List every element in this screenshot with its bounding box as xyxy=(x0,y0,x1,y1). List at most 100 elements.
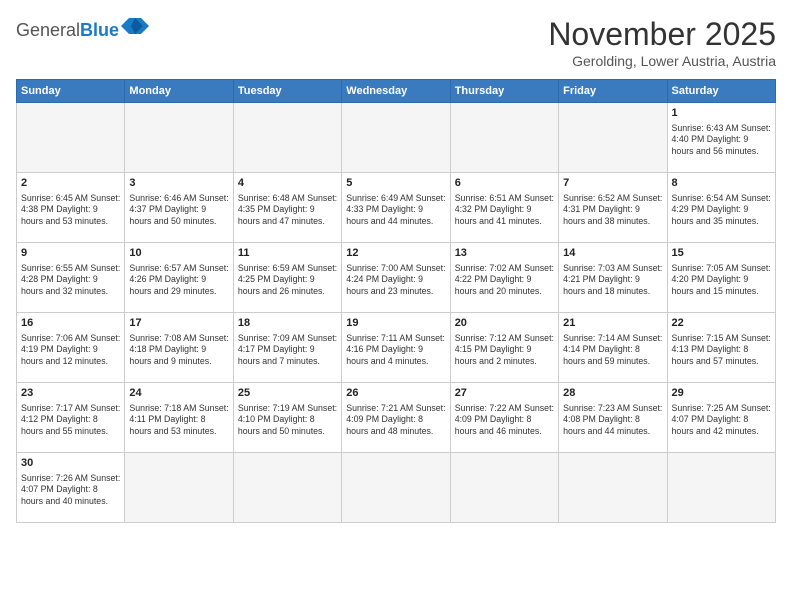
day-info: Sunrise: 7:22 AM Sunset: 4:09 PM Dayligh… xyxy=(455,403,554,437)
calendar-week-row: 16Sunrise: 7:06 AM Sunset: 4:19 PM Dayli… xyxy=(17,313,776,383)
day-info: Sunrise: 7:25 AM Sunset: 4:07 PM Dayligh… xyxy=(672,403,771,437)
calendar-cell: 13Sunrise: 7:02 AM Sunset: 4:22 PM Dayli… xyxy=(450,243,558,313)
calendar-cell: 20 Sunrise: 7:12 AM Sunset: 4:15 PM Dayli… xyxy=(450,313,558,383)
calendar-cell: 28 Sunrise: 7:23 AM Sunset: 4:08 PM Dayli… xyxy=(559,383,667,453)
calendar-cell xyxy=(17,103,125,173)
calendar-cell: 26Sunrise: 7:21 AM Sunset: 4:09 PM Dayli… xyxy=(342,383,450,453)
calendar-cell: 6 Sunrise: 6:51 AM Sunset: 4:32 PM Daylig… xyxy=(450,173,558,243)
day-number: 4 xyxy=(238,176,337,191)
day-number: 1 xyxy=(672,106,771,121)
calendar-cell: 3 Sunrise: 6:46 AM Sunset: 4:37 PM Daylig… xyxy=(125,173,233,243)
calendar-cell xyxy=(342,103,450,173)
day-info: Sunrise: 7:23 AM Sunset: 4:08 PM Dayligh… xyxy=(563,403,662,437)
calendar-cell: 24 Sunrise: 7:18 AM Sunset: 4:11 PM Dayli… xyxy=(125,383,233,453)
weekday-header-saturday: Saturday xyxy=(667,80,775,103)
day-info: Sunrise: 6:45 AM Sunset: 4:38 PM Dayligh… xyxy=(21,193,120,227)
calendar-cell: 29 Sunrise: 7:25 AM Sunset: 4:07 PM Dayli… xyxy=(667,383,775,453)
calendar-header: SundayMondayTuesdayWednesdayThursdayFrid… xyxy=(17,80,776,103)
day-number: 23 xyxy=(21,386,120,401)
calendar-cell xyxy=(233,453,341,523)
calendar-body: 1 Sunrise: 6:43 AM Sunset: 4:40 PM Daylig… xyxy=(17,103,776,523)
day-number: 11 xyxy=(238,246,337,261)
day-info: Sunrise: 6:59 AM Sunset: 4:25 PM Dayligh… xyxy=(238,263,337,297)
calendar-cell: 7 Sunrise: 6:52 AM Sunset: 4:31 PM Daylig… xyxy=(559,173,667,243)
day-info: Sunrise: 7:00 AM Sunset: 4:24 PM Dayligh… xyxy=(346,263,445,297)
day-number: 6 xyxy=(455,176,554,191)
day-info: Sunrise: 7:09 AM Sunset: 4:17 PM Dayligh… xyxy=(238,333,337,367)
logo-general-text: General xyxy=(16,20,80,41)
weekday-header-monday: Monday xyxy=(125,80,233,103)
day-info: Sunrise: 7:12 AM Sunset: 4:15 PM Dayligh… xyxy=(455,333,554,367)
day-number: 24 xyxy=(129,386,228,401)
day-info: Sunrise: 7:18 AM Sunset: 4:11 PM Dayligh… xyxy=(129,403,228,437)
calendar-cell xyxy=(233,103,341,173)
calendar-cell: 2Sunrise: 6:45 AM Sunset: 4:38 PM Daylig… xyxy=(17,173,125,243)
weekday-header-sunday: Sunday xyxy=(17,80,125,103)
title-area: November 2025 Gerolding, Lower Austria, … xyxy=(548,16,776,69)
day-number: 8 xyxy=(672,176,771,191)
calendar-cell: 30Sunrise: 7:26 AM Sunset: 4:07 PM Dayli… xyxy=(17,453,125,523)
calendar-week-row: 9Sunrise: 6:55 AM Sunset: 4:28 PM Daylig… xyxy=(17,243,776,313)
day-info: Sunrise: 6:52 AM Sunset: 4:31 PM Dayligh… xyxy=(563,193,662,227)
calendar-cell xyxy=(450,453,558,523)
calendar-cell: 18Sunrise: 7:09 AM Sunset: 4:17 PM Dayli… xyxy=(233,313,341,383)
calendar-cell: 17 Sunrise: 7:08 AM Sunset: 4:18 PM Dayli… xyxy=(125,313,233,383)
day-info: Sunrise: 6:49 AM Sunset: 4:33 PM Dayligh… xyxy=(346,193,445,227)
day-number: 15 xyxy=(672,246,771,261)
calendar-cell: 21Sunrise: 7:14 AM Sunset: 4:14 PM Dayli… xyxy=(559,313,667,383)
subtitle: Gerolding, Lower Austria, Austria xyxy=(548,53,776,69)
calendar-week-row: 1 Sunrise: 6:43 AM Sunset: 4:40 PM Daylig… xyxy=(17,103,776,173)
calendar-cell: 11 Sunrise: 6:59 AM Sunset: 4:25 PM Dayli… xyxy=(233,243,341,313)
day-number: 21 xyxy=(563,316,662,331)
day-number: 17 xyxy=(129,316,228,331)
calendar-cell: 4 Sunrise: 6:48 AM Sunset: 4:35 PM Daylig… xyxy=(233,173,341,243)
day-number: 28 xyxy=(563,386,662,401)
calendar-week-row: 30Sunrise: 7:26 AM Sunset: 4:07 PM Dayli… xyxy=(17,453,776,523)
day-number: 3 xyxy=(129,176,228,191)
day-number: 7 xyxy=(563,176,662,191)
calendar-cell xyxy=(342,453,450,523)
day-number: 16 xyxy=(21,316,120,331)
calendar-cell: 1 Sunrise: 6:43 AM Sunset: 4:40 PM Daylig… xyxy=(667,103,775,173)
calendar-cell xyxy=(125,453,233,523)
calendar-cell xyxy=(125,103,233,173)
weekday-header-wednesday: Wednesday xyxy=(342,80,450,103)
day-info: Sunrise: 7:15 AM Sunset: 4:13 PM Dayligh… xyxy=(672,333,771,367)
day-info: Sunrise: 7:17 AM Sunset: 4:12 PM Dayligh… xyxy=(21,403,120,437)
header: General Blue November 2025 Gerolding, Lo… xyxy=(16,16,776,69)
calendar-cell: 10 Sunrise: 6:57 AM Sunset: 4:26 PM Dayli… xyxy=(125,243,233,313)
day-number: 13 xyxy=(455,246,554,261)
calendar-cell xyxy=(559,453,667,523)
day-number: 30 xyxy=(21,456,120,471)
calendar-cell xyxy=(559,103,667,173)
day-info: Sunrise: 7:03 AM Sunset: 4:21 PM Dayligh… xyxy=(563,263,662,297)
day-info: Sunrise: 6:46 AM Sunset: 4:37 PM Dayligh… xyxy=(129,193,228,227)
day-number: 5 xyxy=(346,176,445,191)
calendar-cell: 12 Sunrise: 7:00 AM Sunset: 4:24 PM Dayli… xyxy=(342,243,450,313)
day-info: Sunrise: 7:08 AM Sunset: 4:18 PM Dayligh… xyxy=(129,333,228,367)
logo-blue-text: Blue xyxy=(80,20,119,41)
calendar-cell xyxy=(667,453,775,523)
weekday-header-friday: Friday xyxy=(559,80,667,103)
day-info: Sunrise: 7:19 AM Sunset: 4:10 PM Dayligh… xyxy=(238,403,337,437)
day-number: 20 xyxy=(455,316,554,331)
calendar-cell: 27Sunrise: 7:22 AM Sunset: 4:09 PM Dayli… xyxy=(450,383,558,453)
day-info: Sunrise: 7:11 AM Sunset: 4:16 PM Dayligh… xyxy=(346,333,445,367)
month-title: November 2025 xyxy=(548,16,776,53)
day-info: Sunrise: 6:57 AM Sunset: 4:26 PM Dayligh… xyxy=(129,263,228,297)
day-number: 26 xyxy=(346,386,445,401)
day-number: 12 xyxy=(346,246,445,261)
logo: General Blue xyxy=(16,16,149,41)
calendar-week-row: 2Sunrise: 6:45 AM Sunset: 4:38 PM Daylig… xyxy=(17,173,776,243)
calendar-table: SundayMondayTuesdayWednesdayThursdayFrid… xyxy=(16,79,776,523)
day-number: 22 xyxy=(672,316,771,331)
day-info: Sunrise: 6:51 AM Sunset: 4:32 PM Dayligh… xyxy=(455,193,554,227)
day-info: Sunrise: 6:43 AM Sunset: 4:40 PM Dayligh… xyxy=(672,123,771,157)
day-number: 29 xyxy=(672,386,771,401)
day-number: 10 xyxy=(129,246,228,261)
calendar-cell: 9Sunrise: 6:55 AM Sunset: 4:28 PM Daylig… xyxy=(17,243,125,313)
calendar-cell xyxy=(450,103,558,173)
calendar-cell: 23 Sunrise: 7:17 AM Sunset: 4:12 PM Dayli… xyxy=(17,383,125,453)
calendar-cell: 25Sunrise: 7:19 AM Sunset: 4:10 PM Dayli… xyxy=(233,383,341,453)
day-info: Sunrise: 6:48 AM Sunset: 4:35 PM Dayligh… xyxy=(238,193,337,227)
